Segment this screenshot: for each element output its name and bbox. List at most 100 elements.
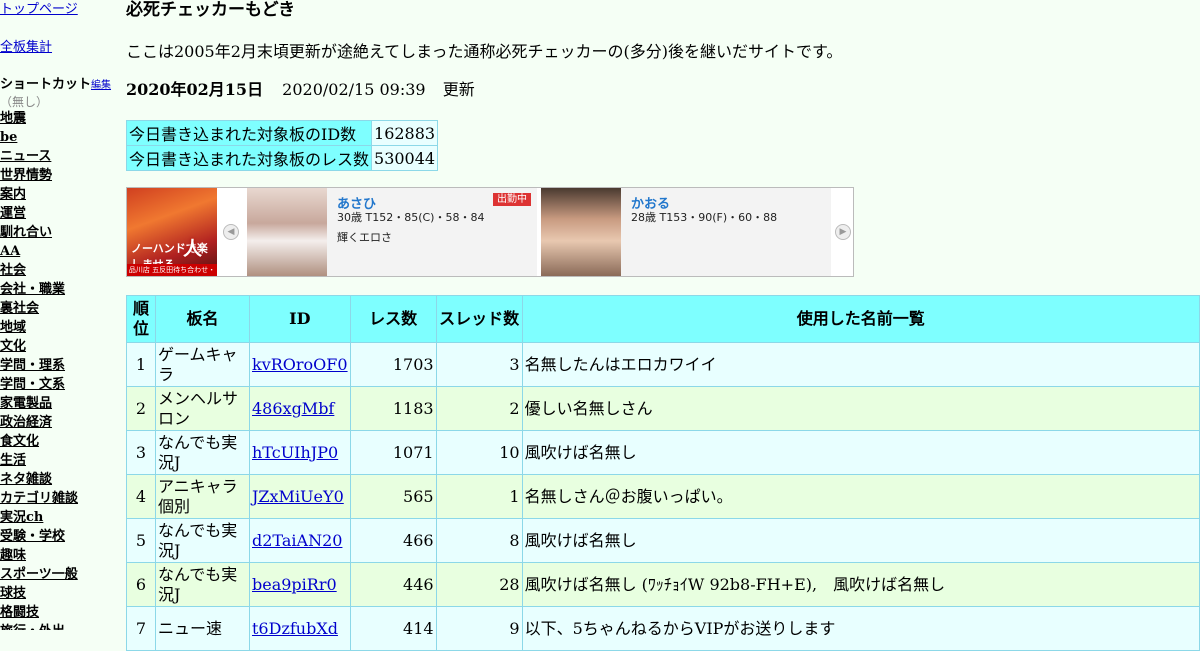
stats-row: 今日書き込まれた対象板のレス数 530044 (125, 145, 439, 171)
stats-row: 今日書き込まれた対象板のID数 162883 (125, 120, 439, 146)
cell-rank: 2 (126, 386, 156, 431)
table-row: 6 なんでも実況J bea9piRr0 446 28 風吹けば名無し (ﾜｯﾁｮ… (126, 562, 1200, 607)
category-link[interactable]: 学問・理系 (0, 356, 118, 375)
cell-thread: 8 (435, 518, 523, 563)
cell-names: 名無したんはエロカワイイ (521, 342, 1200, 387)
category-link[interactable]: 裏社会 (0, 299, 118, 318)
header-rank: 順位 (126, 295, 156, 343)
shortcut-edit-link[interactable]: 編集 (91, 80, 111, 91)
cell-board: なんでも実況J (155, 430, 250, 475)
ad-profile-card[interactable]: かおる 28歳 T153・90(F)・60・88 (541, 188, 831, 276)
header-names: 使用した名前一覧 (521, 295, 1200, 343)
cell-board: ゲームキャラ (155, 342, 250, 387)
top-page-link[interactable]: トップページ (0, 0, 118, 19)
id-link[interactable]: t6DzfubXd (252, 619, 338, 638)
cell-res: 414 (349, 606, 437, 651)
table-row: 1 ゲームキャラ kvROroOF0 1703 3 名無したんはエロカワイイ (126, 342, 1200, 387)
cell-board: ニュー速 (155, 606, 250, 651)
category-link[interactable]: 格闘技 (0, 603, 118, 622)
category-link[interactable]: 学問・文系 (0, 375, 118, 394)
profile-spec: 28歳 T153・90(F)・60・88 (631, 211, 778, 224)
cell-board: メンヘルサロン (155, 386, 250, 431)
category-link[interactable]: 旅行・外出 (0, 622, 118, 630)
ad-profile-card[interactable]: あさひ 出勤中 30歳 T152・85(C)・58・84 輝くエロさ (247, 188, 537, 276)
cell-thread: 2 (435, 386, 523, 431)
id-link[interactable]: 486xgMbf (252, 399, 334, 418)
cell-res: 1703 (349, 342, 437, 387)
table-row: 5 なんでも実況J d2TaiAN20 466 8 風吹けば名無し (126, 518, 1200, 563)
shortcut-none: （無し） (0, 95, 49, 109)
category-link[interactable]: 文化 (0, 337, 118, 356)
cell-rank: 1 (126, 342, 156, 387)
cell-res: 1183 (349, 386, 437, 431)
category-link[interactable]: 地震 (0, 109, 118, 128)
cell-board: アニキャラ個別 (155, 474, 250, 519)
id-link[interactable]: JZxMiUeY0 (252, 487, 344, 506)
category-link[interactable]: 家電製品 (0, 394, 118, 413)
all-boards-link[interactable]: 全板集計 (0, 38, 118, 57)
category-link[interactable]: 世界情勢 (0, 166, 118, 185)
ad-banner-image[interactable]: ノーハンドで楽しませる 人妻 品川店 五反田待ち合わせ・出張 (127, 188, 217, 276)
cell-thread: 28 (435, 562, 523, 607)
updated-time: 2020/02/15 09:39 (282, 80, 426, 99)
category-link[interactable]: 生活 (0, 451, 118, 470)
id-link[interactable]: d2TaiAN20 (252, 531, 342, 550)
cell-board: なんでも実況J (155, 518, 250, 563)
cell-names: 優しい名無しさん (521, 386, 1200, 431)
id-link[interactable]: bea9piRr0 (252, 575, 337, 594)
cell-res: 565 (349, 474, 437, 519)
cell-rank: 7 (126, 606, 156, 651)
category-link[interactable]: 受験・学校 (0, 527, 118, 546)
table-row: 4 アニキャラ個別 JZxMiUeY0 565 1 名無しさん＠お腹いっぱい。 (126, 474, 1200, 519)
ranking-table: 順位 板名 ID レス数 スレッド数 使用した名前一覧 1 ゲームキャラ kvR… (126, 295, 1200, 651)
table-row: 7 ニュー速 t6DzfubXd 414 9 以下、5ちゃんねるからVIPがお送… (126, 606, 1200, 651)
cell-board: なんでも実況J (155, 562, 250, 607)
ad-banner[interactable]: ノーハンドで楽しませる 人妻 品川店 五反田待ち合わせ・出張 ◀ あさひ 出勤中… (126, 187, 854, 277)
chevron-left-icon[interactable]: ◀ (223, 224, 239, 240)
cell-rank: 3 (126, 430, 156, 475)
shortcut-heading: ショートカット編集 (0, 75, 118, 95)
profile-photo (247, 188, 327, 276)
cell-res: 446 (349, 562, 437, 607)
category-link[interactable]: 社会 (0, 261, 118, 280)
cell-rank: 4 (126, 474, 156, 519)
cell-names: 風吹けば名無し (ﾜｯﾁｮｲW 92b8-FH+E), 風吹けば名無し (521, 562, 1200, 607)
category-link[interactable]: ネタ雑談 (0, 470, 118, 489)
intro-text: ここは2005年2月末頃更新が途絶えてしまった通称必死チェッカーの(多分)後を継… (126, 42, 843, 61)
category-link[interactable]: カテゴリ雑談 (0, 489, 118, 508)
category-link[interactable]: 運営 (0, 204, 118, 223)
category-link[interactable]: be (0, 128, 118, 147)
id-link[interactable]: hTcUIhJP0 (252, 443, 338, 462)
category-link[interactable]: 政治経済 (0, 413, 118, 432)
main-content: 必死チェッカーもどき ここは2005年2月末頃更新が途絶えてしまった通称必死チェ… (125, 0, 1200, 651)
category-link[interactable]: スポーツ一般 (0, 565, 118, 584)
category-link[interactable]: ニュース (0, 147, 118, 166)
current-date: 2020年02月15日 (126, 80, 264, 99)
category-list: 地震 be ニュース 世界情勢 案内 運営 馴れ合い AA 社会 会社・職業 裏… (0, 109, 118, 630)
stats-label: 今日書き込まれた対象板のレス数 (125, 145, 373, 171)
category-link[interactable]: 食文化 (0, 432, 118, 451)
chevron-right-icon[interactable]: ▶ (835, 224, 851, 240)
stats-table: 今日書き込まれた対象板のID数 162883 今日書き込まれた対象板のレス数 5… (125, 120, 439, 171)
category-link[interactable]: 会社・職業 (0, 280, 118, 299)
header-board: 板名 (155, 295, 250, 343)
category-link[interactable]: 地域 (0, 318, 118, 337)
stats-value: 530044 (371, 145, 439, 171)
cell-names: 風吹けば名無し (521, 430, 1200, 475)
category-link[interactable]: 球技 (0, 584, 118, 603)
cell-names: 名無しさん＠お腹いっぱい。 (521, 474, 1200, 519)
category-link[interactable]: 案内 (0, 185, 118, 204)
table-row: 3 なんでも実況J hTcUIhJP0 1071 10 風吹けば名無し (126, 430, 1200, 475)
category-link[interactable]: 馴れ合い (0, 223, 118, 242)
category-link[interactable]: AA (0, 242, 118, 261)
page-title: 必死チェッカーもどき (126, 0, 296, 20)
id-link[interactable]: kvROroOF0 (252, 355, 348, 374)
cell-rank: 6 (126, 562, 156, 607)
header-res: レス数 (349, 295, 437, 343)
cell-res: 466 (349, 518, 437, 563)
category-link[interactable]: 趣味 (0, 546, 118, 565)
cell-names: 以下、5ちゃんねるからVIPがお送りします (521, 606, 1200, 651)
category-link[interactable]: 実況ch (0, 508, 118, 527)
stats-value: 162883 (371, 120, 439, 146)
ranking-header-row: 順位 板名 ID レス数 スレッド数 使用した名前一覧 (126, 295, 1200, 343)
